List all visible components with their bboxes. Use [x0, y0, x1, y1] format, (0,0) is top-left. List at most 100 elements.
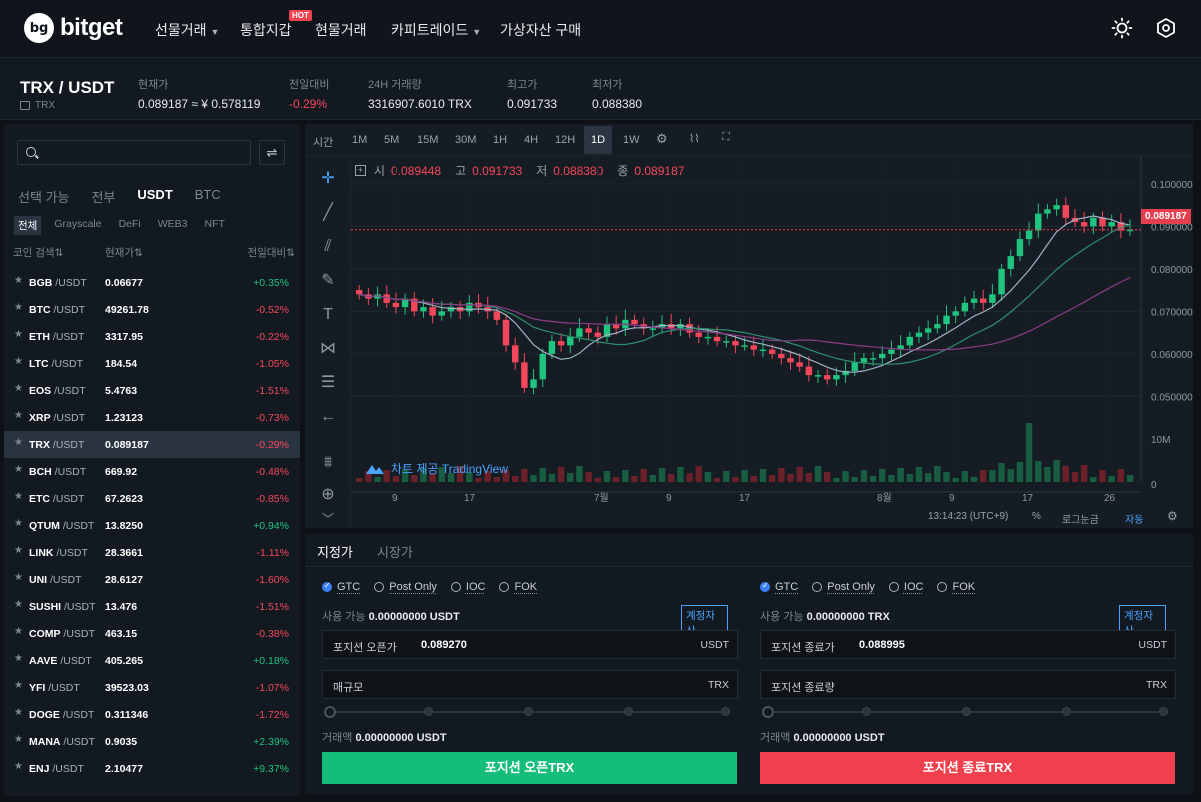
theme-sun-icon[interactable]: [1111, 17, 1133, 39]
slider-handle[interactable]: [324, 706, 336, 718]
chevron-down-icon[interactable]: ﹀: [317, 508, 339, 530]
interval-1m[interactable]: 1M: [352, 134, 367, 146]
market-row[interactable]: ★ YFI /USDT 39523.03 -1.07%: [4, 674, 300, 701]
auto-scale-toggle[interactable]: 자동: [1125, 511, 1143, 526]
star-icon[interactable]: ★: [14, 761, 23, 772]
chart-gear-icon[interactable]: ⚙: [1167, 509, 1178, 523]
star-icon[interactable]: ★: [14, 707, 23, 718]
market-row[interactable]: ★ AAVE /USDT 405.265 +0.18%: [4, 647, 300, 674]
nav-wallet[interactable]: 통합지갑: [240, 20, 292, 40]
market-row[interactable]: ★ BCH /USDT 669.92 -0.48%: [4, 458, 300, 485]
indicators-icon[interactable]: ⌇⌇: [689, 132, 700, 145]
chart-settings-icon[interactable]: ⚙: [656, 131, 668, 147]
measure-icon[interactable]: ☰: [317, 372, 339, 394]
log-scale-toggle[interactable]: 로그눈금: [1062, 511, 1099, 526]
market-row[interactable]: ★ SUSHI /USDT 13.476 -1.51%: [4, 593, 300, 620]
swap-icon[interactable]: ⇌: [259, 140, 285, 165]
brush-icon[interactable]: ✎: [317, 270, 339, 292]
market-row[interactable]: ★ BTC /USDT 49261.78 -0.52%: [4, 296, 300, 323]
interval-1w[interactable]: 1W: [623, 134, 640, 146]
magnet-icon[interactable]: ⩩: [317, 452, 339, 474]
tif-fok[interactable]: FOK: [499, 581, 537, 593]
star-icon[interactable]: ★: [14, 464, 23, 475]
slider-step-50[interactable]: [962, 707, 971, 716]
tab-limit[interactable]: 지정가: [317, 542, 353, 561]
slider-step-100[interactable]: [721, 707, 730, 716]
star-icon[interactable]: ★: [14, 437, 23, 448]
open-position-button[interactable]: 포지션 오픈TRX: [322, 752, 737, 784]
market-search-input[interactable]: [17, 140, 251, 165]
tif-post-only[interactable]: Post Only: [374, 581, 437, 593]
star-icon[interactable]: ★: [14, 518, 23, 529]
filter-defi[interactable]: DeFi: [115, 216, 145, 235]
header-change-sort[interactable]: 전일대비⇅: [248, 245, 295, 260]
slider-step-25[interactable]: [862, 707, 871, 716]
slider-step-50[interactable]: [524, 707, 533, 716]
pattern-icon[interactable]: ⋈: [317, 338, 339, 360]
nav-copy-trade[interactable]: 카피트레이드 ▼: [391, 20, 481, 40]
open-amount-slider[interactable]: [324, 706, 734, 718]
market-row[interactable]: ★ MANA /USDT 0.9035 +2.39%: [4, 728, 300, 755]
market-row[interactable]: ★ EOS /USDT 5.4763 -1.51%: [4, 377, 300, 404]
tif-gtc[interactable]: GTC: [322, 581, 360, 593]
star-icon[interactable]: ★: [14, 599, 23, 610]
star-icon[interactable]: ★: [14, 410, 23, 421]
text-icon[interactable]: T: [317, 304, 339, 326]
star-icon[interactable]: ★: [14, 302, 23, 313]
market-row[interactable]: ★ UNI /USDT 28.6127 -1.60%: [4, 566, 300, 593]
interval-1d[interactable]: 1D: [584, 126, 613, 154]
fullscreen-icon[interactable]: ⛶: [722, 131, 730, 144]
star-icon[interactable]: ★: [14, 491, 23, 502]
slider-handle[interactable]: [762, 706, 774, 718]
market-row[interactable]: ★ ETC /USDT 67.2623 -0.85%: [4, 485, 300, 512]
trendline-icon[interactable]: ╱: [317, 202, 339, 224]
interval-5m[interactable]: 5M: [384, 134, 399, 146]
open-size-field[interactable]: 매규모 TRX: [322, 670, 738, 699]
star-icon[interactable]: ★: [14, 275, 23, 286]
fib-icon[interactable]: ⫽: [317, 236, 339, 258]
market-row[interactable]: ★ BGB /USDT 0.06677 +0.35%: [4, 269, 300, 296]
open-price-value[interactable]: 0.089270: [421, 639, 601, 651]
interval-30m[interactable]: 30M: [455, 134, 476, 146]
close-price-value[interactable]: 0.088995: [859, 639, 1039, 651]
market-row[interactable]: ★ ENJ /USDT 2.10477 +9.37%: [4, 755, 300, 782]
filter-all[interactable]: 전체: [14, 216, 42, 235]
percent-toggle[interactable]: %: [1032, 511, 1041, 522]
star-icon[interactable]: ★: [14, 329, 23, 340]
zoom-in-icon[interactable]: ⊕: [317, 484, 339, 506]
tif-ioc[interactable]: IOC: [450, 581, 485, 593]
settings-hex-icon[interactable]: [1155, 17, 1177, 39]
star-icon[interactable]: ★: [14, 626, 23, 637]
close-amount-slider[interactable]: [762, 706, 1172, 718]
header-price-sort[interactable]: 현재가⇅: [105, 245, 143, 260]
market-row[interactable]: ★ LTC /USDT 184.54 -1.05%: [4, 350, 300, 377]
slider-step-100[interactable]: [1159, 707, 1168, 716]
tif-ioc[interactable]: IOC: [888, 581, 923, 593]
star-icon[interactable]: ★: [14, 734, 23, 745]
market-row[interactable]: ★ TRX /USDT 0.089187 -0.29%: [4, 431, 300, 458]
tif-gtc[interactable]: GTC: [760, 581, 798, 593]
crosshair-icon[interactable]: ✛: [317, 168, 339, 190]
close-position-button[interactable]: 포지션 종료TRX: [760, 752, 1175, 784]
star-icon[interactable]: ★: [14, 545, 23, 556]
filter-grayscale[interactable]: Grayscale: [50, 216, 105, 235]
nav-spot[interactable]: 현물거래: [315, 20, 367, 40]
market-row[interactable]: ★ XRP /USDT 1.23123 -0.73%: [4, 404, 300, 431]
market-row[interactable]: ★ LINK /USDT 28.3661 -1.11%: [4, 539, 300, 566]
bitget-logo[interactable]: bg bitget: [24, 13, 123, 43]
tradingview-credit[interactable]: 차트 제공 TradingView: [365, 460, 508, 477]
slider-step-25[interactable]: [424, 707, 433, 716]
candlestick-chart[interactable]: 0.100000 0.090000 0.080000 0.070000 0.060000…: [351, 156, 1193, 506]
nav-buy-crypto[interactable]: 가상자산 구매: [500, 20, 581, 40]
tab-available[interactable]: 선택 가능: [18, 187, 69, 206]
close-price-field[interactable]: 포지션 종료가 0.088995 USDT: [760, 630, 1176, 659]
slider-step-75[interactable]: [1062, 707, 1071, 716]
nav-futures[interactable]: 선물거래 ▼: [155, 20, 219, 40]
interval-4h[interactable]: 4H: [524, 134, 538, 146]
tab-all[interactable]: 전부: [91, 187, 115, 206]
tab-btc[interactable]: BTC: [195, 187, 221, 206]
pair-title[interactable]: TRX / USDT: [20, 78, 114, 98]
interval-1h[interactable]: 1H: [493, 134, 507, 146]
star-icon[interactable]: ★: [14, 680, 23, 691]
market-row[interactable]: ★ COMP /USDT 463.15 -0.38%: [4, 620, 300, 647]
